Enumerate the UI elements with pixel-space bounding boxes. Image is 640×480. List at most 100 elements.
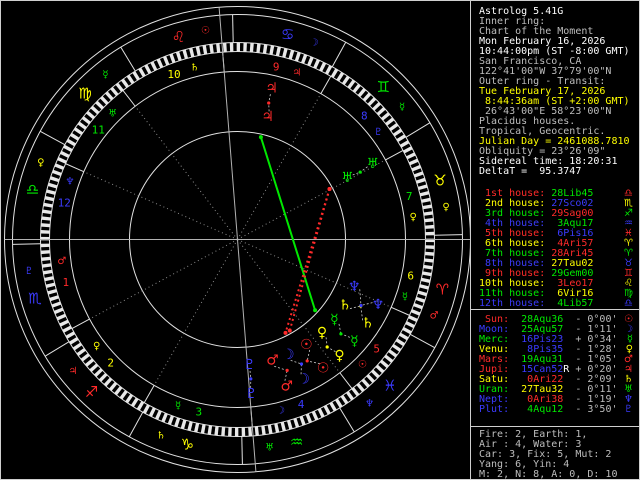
house-ruler-glyph-mercury: ☿ xyxy=(402,291,408,302)
degree-tick xyxy=(51,301,62,308)
house-number-5: 5 xyxy=(373,342,380,355)
degree-tick xyxy=(73,127,84,136)
degree-tick xyxy=(136,401,145,411)
degree-tick xyxy=(56,313,67,321)
degree-tick xyxy=(325,65,333,75)
degree-tick xyxy=(132,71,140,81)
degree-tick xyxy=(335,398,343,408)
plut-glyph: ♇ xyxy=(624,404,633,415)
degree-tick xyxy=(174,417,181,428)
transit-planet-glyph-pluto: ♇ xyxy=(245,386,258,402)
house-cusp-line-11 xyxy=(134,105,238,240)
sign-glyph-libra: ♎ xyxy=(26,180,39,198)
degree-tick xyxy=(167,415,174,425)
natal-planet-glyph-saturn: ♄ xyxy=(339,297,352,313)
transit-planet-glyph-mars: ♂ xyxy=(281,378,294,394)
house-number-10: 10 xyxy=(167,68,180,81)
house-number-2: 2 xyxy=(107,357,114,370)
sign-glyph-row-12: ♎ xyxy=(624,298,633,309)
aspect-endpoint xyxy=(327,186,332,191)
degree-tick xyxy=(236,42,241,52)
degree-tick xyxy=(90,105,100,115)
degree-tick xyxy=(422,204,432,210)
sidebar-panel: Astrolog 5.41G Inner ring: Chart of the Mo… xyxy=(470,0,640,480)
astrolog-screen: ♈ ♂ ♉ ♀ ♊ ☿ ♋ ☽ ♌ ☉ ♍ ☿ ♎ ♀ ♏ ♇ ♐ ♃ ♑ ♄ ♒ ♅ ♓ ♆ 1 ♂ 2 ♀ 3 ☿ 4 ☽ 5 ☉ 6 ☿ 7 ♀ 8 ♇… xyxy=(0,0,640,480)
degree-tick xyxy=(424,258,434,263)
degree-tick xyxy=(144,64,152,74)
degree-tick xyxy=(357,88,367,98)
natal-planet-glyph-sun: ☉ xyxy=(300,337,313,353)
degree-tick xyxy=(341,75,350,86)
degree-tick xyxy=(103,377,113,387)
house-number-9: 9 xyxy=(273,60,280,73)
degree-tick xyxy=(114,386,123,396)
degree-tick xyxy=(54,163,65,170)
sign-ruler-glyph-venus: ♀ xyxy=(442,202,449,213)
degree-tick xyxy=(408,315,418,322)
degree-tick xyxy=(138,67,146,78)
degree-tick xyxy=(229,42,234,52)
connector-inner-saturn xyxy=(349,305,361,309)
house-cusp-segment-3 xyxy=(143,385,155,403)
transit-planet-glyph-moon: ☽ xyxy=(297,372,310,388)
degree-tick xyxy=(47,182,58,189)
house-ruler-glyph-mars: ♂ xyxy=(57,256,66,267)
degree-tick xyxy=(347,79,356,89)
degree-tick xyxy=(89,363,99,372)
degree-tick xyxy=(130,397,139,408)
position-marker-moon xyxy=(299,362,304,366)
degree-tick xyxy=(65,331,76,339)
degree-tick xyxy=(425,231,435,236)
transit-planet-glyph-jupiter: ♃ xyxy=(265,80,278,96)
degree-tick xyxy=(182,49,189,60)
degree-tick xyxy=(267,424,273,434)
degree-tick xyxy=(156,58,164,69)
degree-tick xyxy=(221,426,226,437)
degree-tick xyxy=(94,368,103,377)
degree-tick xyxy=(121,78,129,88)
degree-tick xyxy=(417,184,428,191)
house-number-12: 12 xyxy=(58,197,71,210)
sign-ruler-glyph-venus: ♀ xyxy=(37,158,44,169)
degree-tick xyxy=(307,56,314,67)
degree-tick xyxy=(423,211,433,216)
degree-tick xyxy=(406,152,416,160)
degree-tick xyxy=(361,378,370,388)
separator-line xyxy=(471,426,640,427)
house-ruler-glyph-saturn: ♄ xyxy=(190,62,199,73)
house-ruler-glyph-sun: ☉ xyxy=(358,359,367,370)
transit-planet-glyph-venus: ♀ xyxy=(334,348,344,364)
degree-tick xyxy=(413,171,424,178)
degree-tick xyxy=(46,189,56,195)
planet-position-table: Sun: 28Aqu36 - 0°00' ☉ Moon: 25Aqu57 - 1°1… xyxy=(479,315,640,415)
degree-tick xyxy=(43,202,53,208)
house-cusp-segment-12 xyxy=(65,163,84,173)
sign-boundary xyxy=(232,14,234,43)
degree-tick xyxy=(234,427,239,437)
degree-tick xyxy=(95,100,104,110)
house-ruler-glyph-venus: ♀ xyxy=(409,212,416,223)
aspect-endpoint xyxy=(287,328,292,333)
degree-tick xyxy=(424,218,434,223)
degree-tick xyxy=(40,223,51,228)
natal-planet-glyph-neptune: ♆ xyxy=(348,279,361,295)
degree-tick xyxy=(115,82,124,92)
degree-tick xyxy=(77,121,87,130)
degree-tick xyxy=(66,138,76,147)
house-ruler-glyph-pluto: ♇ xyxy=(374,127,383,138)
house-cusp-line-9 xyxy=(237,93,322,240)
degree-tick xyxy=(419,284,429,290)
degree-tick xyxy=(286,419,293,430)
degree-tick xyxy=(59,319,69,327)
degree-tick xyxy=(424,251,435,256)
degree-tick xyxy=(275,46,281,57)
degree-tick xyxy=(389,123,399,131)
degree-tick xyxy=(45,282,56,288)
degree-tick xyxy=(366,374,375,383)
sign-boundary xyxy=(39,130,66,146)
degree-tick xyxy=(413,303,423,310)
degree-tick xyxy=(161,412,168,423)
degree-tick xyxy=(42,209,52,215)
degree-tick xyxy=(405,321,415,329)
sign-glyph-scorpio: ♏ xyxy=(28,290,42,308)
